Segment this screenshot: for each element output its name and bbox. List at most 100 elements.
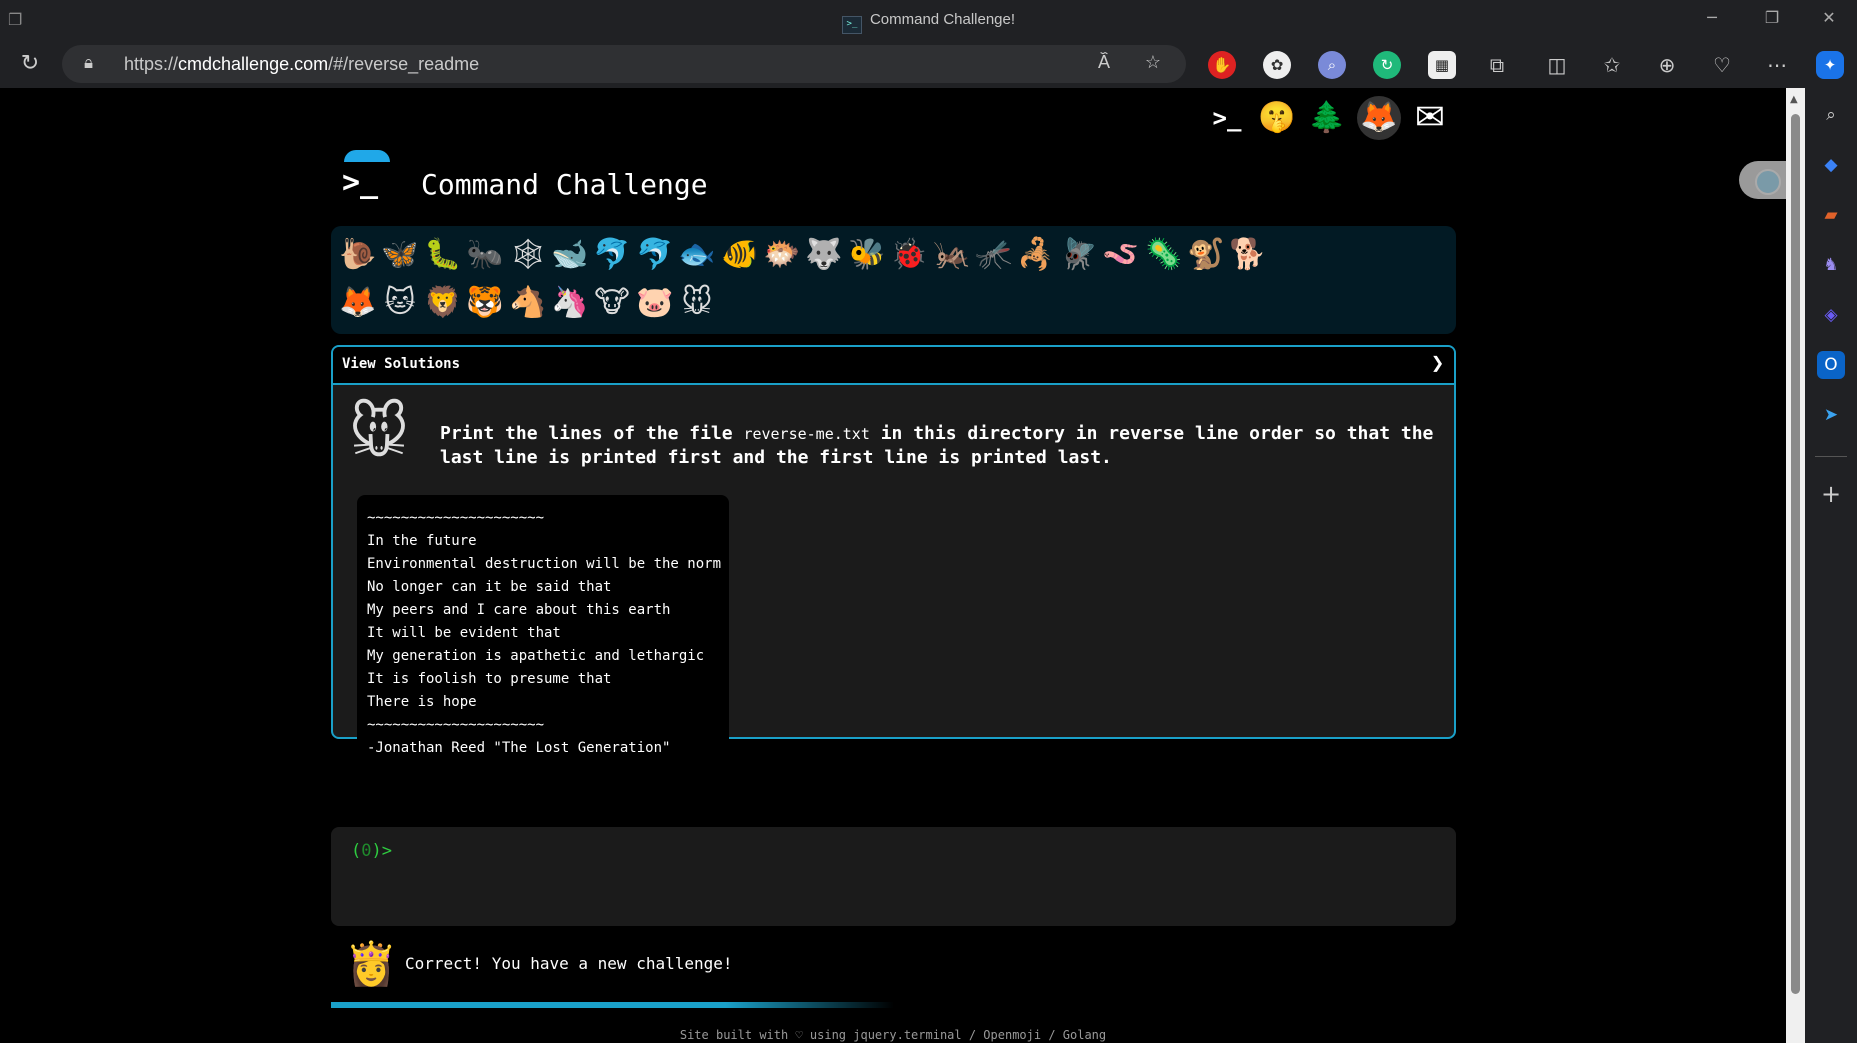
challenge-item[interactable]: 🐬 bbox=[634, 234, 676, 276]
challenge-item[interactable]: 🦠 bbox=[1143, 234, 1185, 276]
filename: reverse-me.txt bbox=[743, 425, 870, 443]
extension-green-icon[interactable]: ↻ bbox=[1373, 51, 1401, 79]
chevron-right-icon[interactable]: ❯ bbox=[1431, 351, 1444, 376]
lock-icon[interactable]: 🔒︎ bbox=[84, 53, 93, 73]
sidebar-toggle-pill[interactable] bbox=[1739, 161, 1786, 199]
search-icon[interactable]: ⌕ bbox=[1817, 101, 1845, 129]
view-solutions-header[interactable]: View Solutions ❯ bbox=[333, 347, 1454, 385]
sidebar-divider bbox=[1815, 456, 1847, 457]
restore-icon[interactable]: ❐ bbox=[1752, 8, 1792, 27]
url-text[interactable]: https://cmdchallenge.com/#/reverse_readm… bbox=[124, 54, 479, 75]
refresh-icon[interactable]: ↻ bbox=[16, 50, 44, 78]
challenge-item[interactable]: 🐺 bbox=[803, 234, 845, 276]
page-scrollbar[interactable]: ▲ bbox=[1786, 88, 1805, 1043]
file-line: It will be evident that bbox=[367, 625, 561, 641]
challenge-item[interactable]: 🐕 bbox=[1227, 234, 1269, 276]
extension-search-icon[interactable]: ⌕ bbox=[1318, 51, 1346, 79]
mail-link[interactable]: ✉ bbox=[1408, 96, 1452, 140]
challenge-item[interactable]: 🐷 bbox=[634, 282, 676, 324]
shopping-tag-icon[interactable]: ◆ bbox=[1817, 151, 1845, 179]
cmdchallenge-link[interactable]: >_ bbox=[1205, 96, 1249, 140]
challenge-item[interactable]: 🦋 bbox=[379, 234, 421, 276]
file-line: There is hope bbox=[367, 694, 477, 710]
challenge-item[interactable]: 🐠 bbox=[719, 234, 761, 276]
file-contents-block: ~~~~~~~~~~~~~~~~~~~~~ In the future Envi… bbox=[357, 495, 729, 767]
scroll-up-icon[interactable]: ▲ bbox=[1790, 94, 1798, 105]
logo-dome bbox=[344, 150, 390, 162]
challenge-item[interactable]: 🐬 bbox=[591, 234, 633, 276]
challenge-item[interactable]: 🐴 bbox=[507, 282, 549, 324]
challenge-item[interactable]: 🦟 bbox=[973, 234, 1015, 276]
gitlab-link[interactable]: 🦊 bbox=[1357, 96, 1401, 140]
edge-sidebar: ⌕ ◆ ▰ ♞ ◈ O ➤ + bbox=[1805, 88, 1857, 1043]
file-line: ~~~~~~~~~~~~~~~~~~~~~ bbox=[367, 510, 545, 526]
mouse-avatar-icon: 🐭 bbox=[348, 398, 410, 466]
challenge-item[interactable]: 🪰 bbox=[1058, 234, 1100, 276]
tree-link[interactable]: 🌲 bbox=[1305, 96, 1349, 140]
challenge-item[interactable]: 🦗 bbox=[931, 234, 973, 276]
collections-icon[interactable]: ⊕ bbox=[1653, 51, 1681, 79]
address-bar[interactable]: 🔒︎ https://cmdchallenge.com/#/reverse_re… bbox=[62, 45, 1186, 83]
challenge-item[interactable]: 🐌 bbox=[337, 234, 379, 276]
favorite-star-icon[interactable]: ☆ bbox=[1139, 52, 1167, 73]
games-icon[interactable]: ♞ bbox=[1817, 251, 1845, 279]
challenge-item[interactable]: 🐡 bbox=[761, 234, 803, 276]
challenge-item[interactable]: 🐋 bbox=[549, 234, 591, 276]
challenge-item[interactable]: 🐛 bbox=[422, 234, 464, 276]
challenge-item[interactable]: 🐱 bbox=[379, 282, 421, 324]
tools-briefcase-icon[interactable]: ▰ bbox=[1817, 201, 1845, 229]
challenge-item[interactable]: 🐝 bbox=[846, 234, 888, 276]
copilot-app-icon[interactable]: ◈ bbox=[1817, 301, 1845, 329]
challenge-item[interactable]: 🐟 bbox=[676, 234, 718, 276]
footer-text: Site built with ♡ using jquery.terminal … bbox=[679, 1028, 1107, 1042]
scrollbar-thumb[interactable] bbox=[1791, 114, 1800, 994]
file-line: It is foolish to presume that bbox=[367, 671, 612, 687]
site-logo[interactable]: >_ bbox=[342, 150, 392, 202]
window-title: >_ Command Challenge! bbox=[0, 11, 1857, 34]
challenge-item[interactable]: 🕸 bbox=[507, 234, 549, 276]
copilot-icon[interactable]: ✦ bbox=[1816, 51, 1844, 79]
challenge-item[interactable]: 🐮 bbox=[591, 282, 633, 324]
extension-red-icon[interactable]: ✋ bbox=[1208, 51, 1236, 79]
challenge-item[interactable]: 🪱 bbox=[1100, 234, 1142, 276]
browser-toolbar: ↻ 🔒︎ https://cmdchallenge.com/#/reverse_… bbox=[0, 42, 1857, 88]
file-line: ~~~~~~~~~~~~~~~~~~~~~ bbox=[367, 717, 545, 733]
challenge-item[interactable]: 🦊 bbox=[337, 282, 379, 324]
telegram-icon[interactable]: ➤ bbox=[1817, 401, 1845, 429]
outlook-icon[interactable]: O bbox=[1817, 351, 1845, 379]
favorites-icon[interactable]: ✩ bbox=[1598, 51, 1626, 79]
close-icon[interactable]: ✕ bbox=[1809, 8, 1849, 27]
challenge-item[interactable]: 🐞 bbox=[888, 234, 930, 276]
status-message: Correct! You have a new challenge! bbox=[405, 954, 733, 973]
challenge-item[interactable]: 🦁 bbox=[422, 282, 464, 324]
file-line: My generation is apathetic and lethargic bbox=[367, 648, 705, 664]
terminal-input[interactable]: (0)> bbox=[331, 827, 1456, 926]
challenge-item[interactable]: 🐒 bbox=[1185, 234, 1227, 276]
challenge-item[interactable]: 🦄 bbox=[549, 282, 591, 324]
window-title-text: Command Challenge! bbox=[869, 11, 1016, 28]
progress-bar bbox=[331, 1002, 1456, 1008]
extensions-puzzle-icon[interactable]: ⧉ bbox=[1483, 51, 1511, 79]
browser-essentials-icon[interactable]: ♡ bbox=[1708, 51, 1736, 79]
challenge-item[interactable]: 🐯 bbox=[464, 282, 506, 324]
file-line: Environmental destruction will be the no… bbox=[367, 556, 722, 572]
more-menu-icon[interactable]: ⋯ bbox=[1763, 51, 1791, 79]
file-line: -Jonathan Reed "The Lost Generation" bbox=[367, 740, 671, 756]
extension-white-icon[interactable]: ✿ bbox=[1263, 51, 1291, 79]
view-solutions-label: View Solutions bbox=[342, 356, 461, 372]
challenge-panel: View Solutions ❯ 🐭 Print the lines of th… bbox=[331, 345, 1456, 767]
status-row: 👸 Correct! You have a new challenge! bbox=[331, 936, 1456, 996]
minimize-icon[interactable]: ─ bbox=[1692, 8, 1732, 27]
challenge-item[interactable]: 🦂 bbox=[1015, 234, 1057, 276]
challenge-item-current[interactable]: 🐭 bbox=[676, 282, 718, 324]
qr-code-icon[interactable]: ▦ bbox=[1428, 51, 1456, 79]
logo-prompt-icon: >_ bbox=[342, 165, 379, 200]
file-line: My peers and I care about this earth bbox=[367, 602, 671, 618]
extension-icon bbox=[1755, 169, 1781, 195]
hint-link[interactable]: 🤫 bbox=[1255, 96, 1299, 140]
split-screen-icon[interactable]: ◫ bbox=[1543, 51, 1571, 79]
read-aloud-icon[interactable]: A᷈ bbox=[1090, 52, 1118, 73]
add-icon[interactable]: + bbox=[1817, 480, 1845, 508]
queen-avatar-icon: 👸 bbox=[345, 939, 398, 988]
challenge-item[interactable]: 🐜 bbox=[464, 234, 506, 276]
